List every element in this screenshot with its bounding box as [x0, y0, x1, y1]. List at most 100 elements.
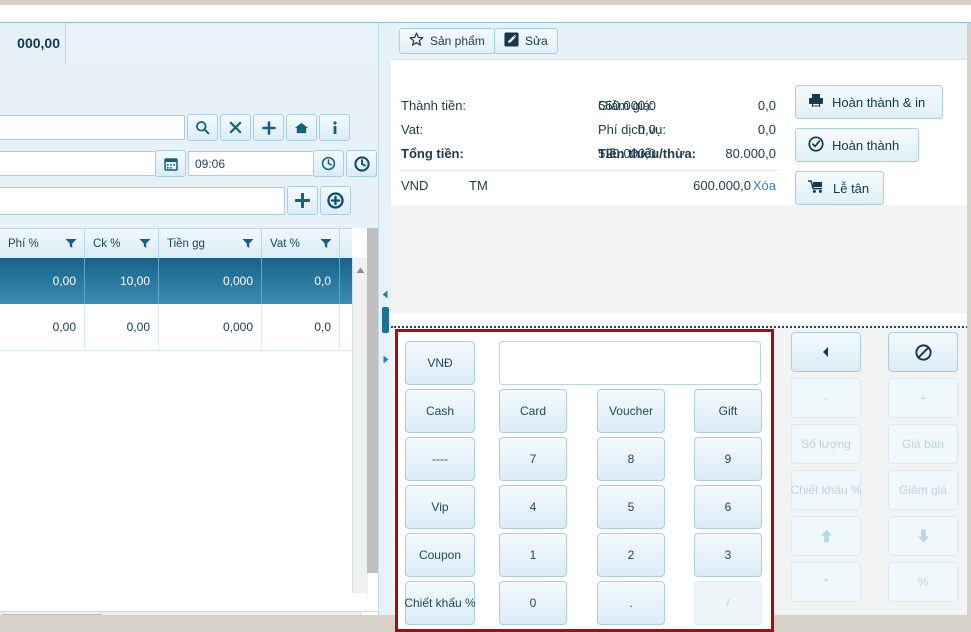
grid-column-header-filler — [340, 229, 352, 258]
grid-column-header[interactable]: Phí % — [0, 229, 85, 258]
search-row — [0, 114, 350, 141]
grid-header-row: Phí % Ck % Tiền gg Vat % — [0, 228, 352, 260]
delete-payment-link[interactable]: Xóa — [731, 178, 776, 193]
keypad-key-divide: / — [694, 581, 762, 625]
home-icon[interactable] — [286, 114, 317, 141]
discount-amount-button: Giảm giá — [888, 470, 958, 510]
keypad-key-4[interactable]: 4 — [499, 485, 567, 529]
table-row[interactable]: 0,00 10,00 0,000 0,0 — [0, 258, 352, 305]
quantity-button: Số lượng — [791, 424, 861, 464]
pos-application-window: 000,00 25/04/2017 09:06 Ghi chú Phí % Ck… — [0, 0, 971, 632]
percent-button: % — [888, 562, 958, 602]
table-cell: 0,0 — [262, 304, 340, 350]
keypad-key-7[interactable]: 7 — [499, 437, 567, 481]
star-icon — [409, 32, 424, 50]
table-cell-filler — [340, 304, 352, 350]
date-input[interactable] — [0, 151, 155, 176]
payment-currency: VND — [401, 178, 429, 193]
keypad-key-1[interactable]: 1 — [499, 533, 567, 577]
clock-icon[interactable] — [313, 150, 344, 177]
keypad-coupon-button[interactable]: Coupon — [405, 533, 475, 577]
grid-column-header[interactable]: Vat % — [262, 229, 340, 258]
keypad-key-8[interactable]: 8 — [597, 437, 665, 481]
keypad-gift-button[interactable]: Gift — [694, 389, 762, 433]
action-label: Hoàn thành & in — [832, 94, 926, 110]
filter-icon[interactable] — [139, 238, 151, 252]
calendar-icon[interactable] — [155, 150, 186, 177]
search-icon[interactable] — [187, 114, 218, 141]
keypad-key-0[interactable]: 0 — [499, 581, 567, 625]
close-icon[interactable] — [220, 114, 251, 141]
plus-icon[interactable] — [287, 186, 318, 215]
pencil-icon — [504, 32, 519, 50]
table-cell: 0,000 — [159, 304, 262, 350]
keypad-cash-button[interactable]: Cash — [405, 389, 475, 433]
summary-value: 0,0 — [757, 98, 776, 113]
keypad-vip-button[interactable]: Vip — [405, 485, 475, 529]
summary-label: Vat: — [401, 122, 424, 137]
table-cell: 0,00 — [85, 304, 159, 350]
right-panel-white-strip — [391, 313, 971, 327]
keypad-key-2[interactable]: 2 — [597, 533, 665, 577]
amount-row: 000,00 — [0, 23, 378, 66]
action-label: Lễ tân — [833, 180, 870, 196]
keypad-key-6[interactable]: 6 — [694, 485, 762, 529]
items-grid: Phí % Ck % Tiền gg Vat % 0,00 10,00 0,00… — [0, 228, 378, 598]
table-cell: 0,00 — [0, 258, 85, 304]
window-top-edge — [0, 0, 971, 5]
reception-button[interactable]: Lễ tân — [795, 171, 884, 205]
keypad-key-decimal[interactable]: . — [597, 581, 665, 625]
payment-method: TM — [469, 178, 488, 193]
grid-scroll-track — [367, 228, 378, 573]
summary-label: Tổng tiền: — [401, 146, 464, 161]
keypad-currency-button[interactable]: VNĐ — [405, 341, 475, 385]
table-cell-filler — [340, 258, 352, 304]
clock-set-icon[interactable] — [346, 150, 377, 177]
tab-products[interactable]: Sản phẩm — [399, 28, 495, 54]
keypad-key-3[interactable]: 3 — [694, 533, 762, 577]
filter-icon[interactable] — [320, 238, 332, 252]
keypad-key-5[interactable]: 5 — [597, 485, 665, 529]
grid-vertical-scrollbar[interactable] — [352, 258, 368, 598]
collapse-left-icon[interactable] — [381, 288, 390, 302]
amount-row-filler — [66, 23, 378, 64]
splitter-grip[interactable] — [382, 307, 389, 333]
filter-icon[interactable] — [242, 238, 254, 252]
grid-column-header[interactable]: Tiền gg — [159, 229, 262, 258]
collapse-right-icon[interactable] — [381, 353, 390, 367]
action-buttons: Hoàn thành & in Hoàn thành Lễ tân — [795, 85, 971, 214]
increment-button: + — [888, 378, 958, 418]
summary-label: Tiền thiếu/thừa: — [598, 146, 697, 161]
datetime-row — [0, 150, 377, 177]
complete-button[interactable]: Hoàn thành — [795, 128, 919, 162]
discount-percent-button: Chiết khấu % — [790, 470, 862, 510]
note-input[interactable] — [0, 186, 285, 215]
grid-column-header[interactable]: Ck % — [85, 229, 159, 258]
filter-icon[interactable] — [65, 238, 77, 252]
sale-price-button: Giá bán — [888, 424, 958, 464]
plus-icon[interactable] — [253, 114, 284, 141]
table-row[interactable]: 0,00 0,00 0,000 0,0 — [0, 304, 352, 351]
tab-edit[interactable]: Sửa — [494, 28, 558, 54]
grid-column-label: Vat % — [270, 237, 300, 250]
keypad-display-input[interactable] — [499, 341, 761, 385]
scroll-up-icon[interactable] — [356, 263, 365, 277]
time-input[interactable] — [188, 151, 313, 176]
plus-circle-icon[interactable] — [320, 186, 351, 215]
cart-icon — [807, 179, 825, 197]
cancel-icon[interactable] — [888, 332, 958, 372]
keypad-voucher-button[interactable]: Voucher — [597, 389, 665, 433]
search-input[interactable] — [0, 115, 185, 140]
keypad-key-9[interactable]: 9 — [694, 437, 762, 481]
complete-and-print-button[interactable]: Hoàn thành & in — [795, 85, 943, 119]
info-icon[interactable] — [319, 114, 350, 141]
arrow-down-icon — [888, 516, 958, 556]
keypad-dash-button[interactable]: ---- — [405, 437, 475, 481]
keypad-discount-percent-button[interactable]: Chiết khấu % — [404, 581, 476, 625]
horizontal-scrollbar[interactable] — [0, 611, 378, 615]
check-circle-icon — [808, 135, 824, 155]
keypad-card-button[interactable]: Card — [499, 389, 567, 433]
back-arrow-icon[interactable] — [791, 332, 861, 372]
summary-label: Giảm giá: — [598, 98, 654, 113]
table-cell: 10,00 — [85, 258, 159, 304]
